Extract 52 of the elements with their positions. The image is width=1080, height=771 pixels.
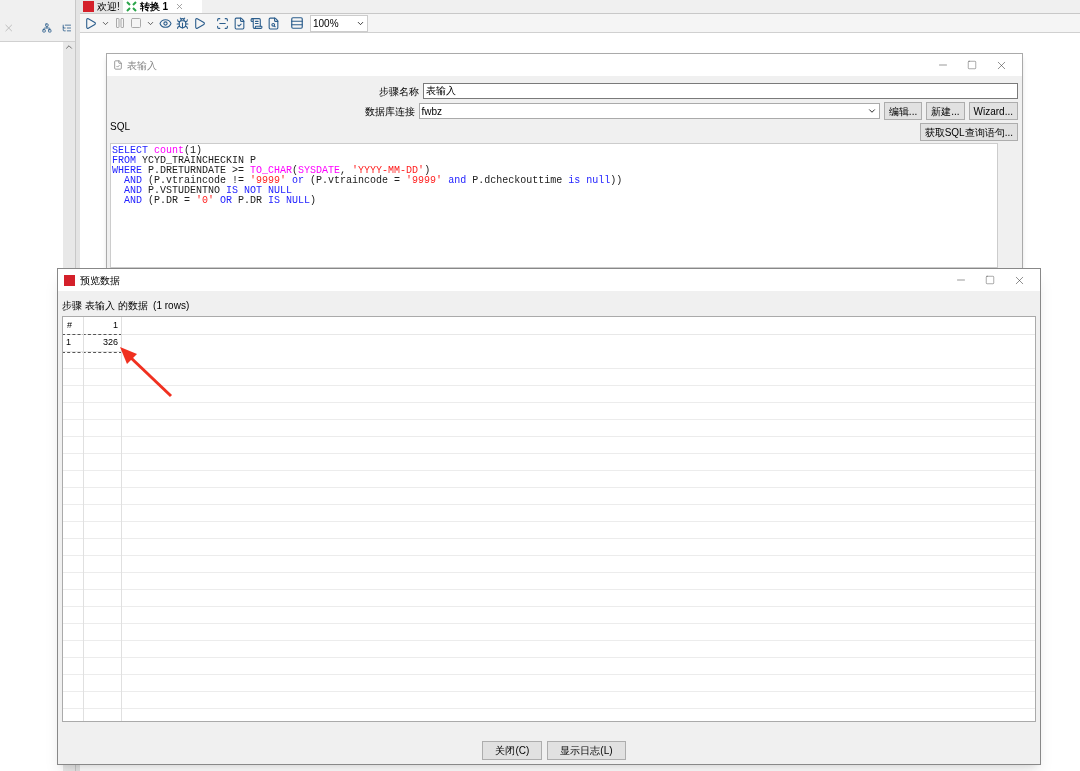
dialog-button[interactable]: 编辑... <box>883 102 923 120</box>
editor-tab[interactable]: 转换 1 <box>122 0 203 13</box>
tab-close-icon[interactable] <box>175 1 185 11</box>
maximize-icon[interactable] <box>985 275 995 285</box>
select-field[interactable]: fwbz <box>418 103 880 119</box>
transform-icon <box>125 0 137 12</box>
table-cell-text: 326 <box>101 336 119 350</box>
explore-db-icon[interactable] <box>267 16 280 30</box>
debug-icon[interactable] <box>176 16 189 30</box>
column-header[interactable]: 1 <box>83 317 121 334</box>
code-line: AND (P.DR = '0' OR P.DR IS NULL) <box>123 196 317 206</box>
list-view-icon[interactable] <box>62 21 72 34</box>
field-label: 步骤名称 <box>378 84 419 99</box>
code-line: AND (P.vtraincode != '9999' or (P.vtraincode = '9999' and P.dcheckouttime is null)) <box>123 176 623 186</box>
dialog-button[interactable]: 关闭(C) <box>482 741 543 760</box>
dialog-button[interactable]: 新建... <box>926 102 965 120</box>
code-line: AND P.VSTUDENTNO IS NOT NULL <box>123 186 293 196</box>
replay-icon[interactable] <box>193 16 206 30</box>
dialog-button[interactable]: Wizard... <box>968 102 1018 120</box>
preview-icon[interactable] <box>159 16 172 30</box>
preview-caption: 步骤 表输入 的数据 (1 rows) <box>62 299 190 313</box>
code-line: WHERE P.DRETURNDATE >= TO_CHAR(SYSDATE, 'YYYY-MM-DD') <box>112 166 431 176</box>
stop-icon[interactable] <box>130 17 142 29</box>
code-line: FROM YCYD_TRAINCHECKIN P <box>112 156 257 166</box>
analyze-icon[interactable] <box>233 16 246 30</box>
arrow-annotation <box>120 347 173 398</box>
scroll-up-icon[interactable] <box>64 42 74 52</box>
editor-tab[interactable]: 欢迎! <box>80 0 123 13</box>
grid-icon[interactable] <box>290 16 304 30</box>
input-field[interactable]: 表输入 <box>423 83 1018 99</box>
table-row[interactable]: 1 326 <box>63 335 121 352</box>
maximize-icon[interactable] <box>967 60 977 70</box>
window-title: 预览数据 <box>80 273 120 288</box>
zoom-select[interactable]: 100% <box>310 14 368 32</box>
field-label: 数据库连接 <box>363 104 415 119</box>
pause-icon[interactable] <box>114 17 126 29</box>
sql-script-icon[interactable] <box>250 16 263 30</box>
verify-icon[interactable] <box>216 16 229 30</box>
column-header[interactable]: # <box>63 317 83 334</box>
dialog-button[interactable]: 显示日志(L) <box>547 741 626 760</box>
app-logo-icon <box>83 0 94 12</box>
app-logo-icon <box>64 274 75 286</box>
get-sql-button[interactable]: 获取SQL查询语句... <box>919 123 1018 141</box>
sql-label: SQL <box>110 120 130 134</box>
tree-view-icon[interactable] <box>42 21 53 34</box>
table-cell-text: 1 <box>65 336 72 350</box>
window-title: 表输入 <box>127 58 157 73</box>
run-icon[interactable] <box>84 16 97 30</box>
caret-icon <box>866 106 877 116</box>
step-icon <box>113 60 123 70</box>
code-line: SELECT count(1) <box>112 146 203 156</box>
sql-editor[interactable] <box>110 143 998 268</box>
